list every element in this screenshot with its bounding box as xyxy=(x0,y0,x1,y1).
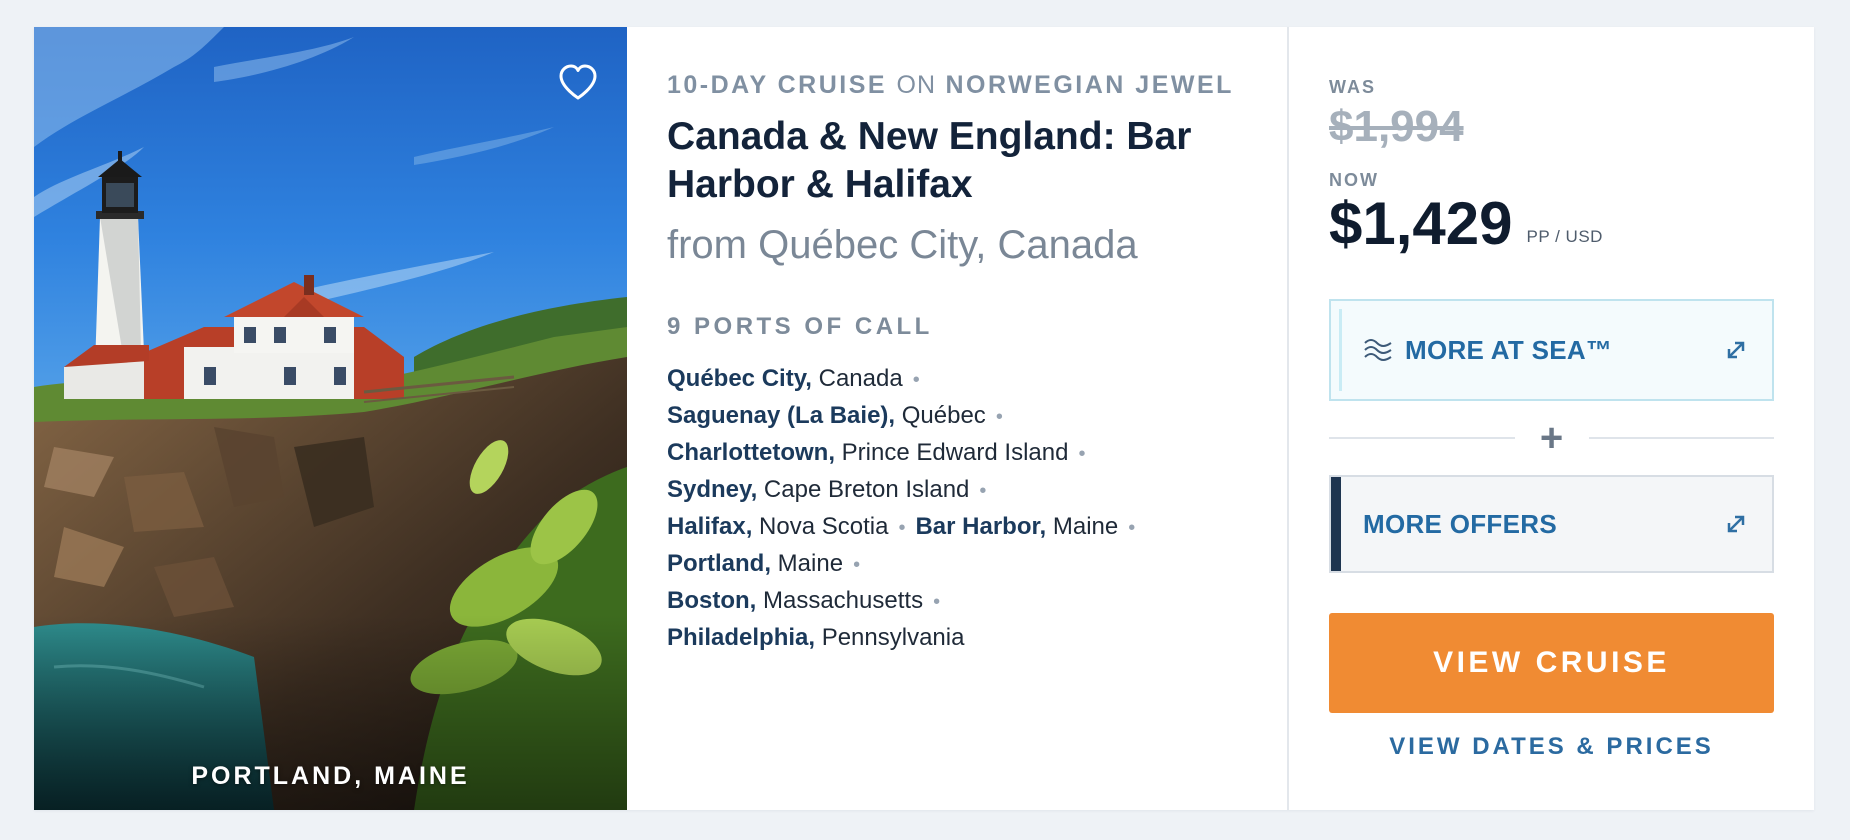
departure-port: from Québec City, Canada xyxy=(667,223,1138,267)
was-price: $1,994 xyxy=(1329,102,1464,151)
favorite-button[interactable] xyxy=(548,52,608,112)
ports-line: Saguenay (La Baie), Québec • xyxy=(667,398,1257,435)
ports-line: Philadelphia, Pennsylvania xyxy=(667,620,1257,656)
port-of-call: Philadelphia, Pennsylvania xyxy=(667,624,964,651)
ports-line: Québec City, Canada • xyxy=(667,361,1257,398)
port-separator: • xyxy=(995,406,1003,428)
port-separator: • xyxy=(1128,517,1136,539)
ship-name: NORWEGIAN JEWEL xyxy=(945,71,1234,99)
port-of-call: Portland, Maine xyxy=(667,550,843,577)
port-separator: • xyxy=(979,480,987,502)
waves-icon xyxy=(1363,338,1393,362)
port-of-call: Charlottetown, Prince Edward Island xyxy=(667,439,1068,466)
now-price: $1,429 xyxy=(1329,190,1513,257)
ports-line: Portland, Maine • xyxy=(667,546,1257,583)
cruise-duration: 10-DAY CRUISE xyxy=(667,71,888,99)
port-city: Charlottetown, xyxy=(667,439,835,466)
plus-icon: + xyxy=(1539,416,1564,460)
pricing-panel: WAS $1,994 NOW $1,429 PP / USD MORE AT S… xyxy=(1289,27,1814,810)
port-separator: • xyxy=(912,369,920,391)
more-at-sea-label: MORE AT SEA™ xyxy=(1405,334,1613,365)
port-region: Canada xyxy=(811,365,903,392)
more-at-sea-label-wrap: MORE AT SEA™ xyxy=(1363,335,1726,366)
now-label: NOW xyxy=(1329,170,1379,190)
price-unit: PP / USD xyxy=(1526,227,1603,246)
port-region: Prince Edward Island xyxy=(835,439,1069,466)
port-region: Québec xyxy=(895,402,986,429)
ports-line: Sydney, Cape Breton Island • xyxy=(667,472,1257,509)
port-of-call: Halifax, Nova Scotia xyxy=(667,513,888,540)
heart-outline-icon xyxy=(559,64,597,100)
lighthouse-photo xyxy=(34,27,627,810)
divider-line-right xyxy=(1588,437,1774,439)
port-region: Nova Scotia xyxy=(752,513,889,540)
port-city: Québec City, xyxy=(667,365,812,392)
port-of-call: Bar Harbor, Maine xyxy=(915,513,1118,540)
kicker-on: ON xyxy=(896,71,937,99)
view-dates-prices-link[interactable]: VIEW DATES & PRICES xyxy=(1329,733,1774,761)
port-of-call: Saguenay (La Baie), Québec xyxy=(667,402,986,429)
more-at-sea-offer[interactable]: MORE AT SEA™ xyxy=(1329,299,1774,401)
was-label: WAS xyxy=(1329,77,1377,97)
cruise-details: 10-DAY CRUISE ON NORWEGIAN JEWEL Canada … xyxy=(627,27,1289,810)
port-city: Philadelphia, xyxy=(667,624,816,651)
more-offers[interactable]: MORE OFFERS xyxy=(1329,475,1774,573)
port-city: Saguenay (La Baie), xyxy=(667,402,896,429)
ports-line: Boston, Massachusetts • xyxy=(667,583,1257,620)
port-region: Pennsylvania xyxy=(815,624,965,651)
divider-line-left xyxy=(1329,437,1515,439)
view-cruise-button[interactable]: VIEW CRUISE xyxy=(1329,613,1774,713)
destination-photo[interactable]: PORTLAND, MAINE xyxy=(34,27,627,810)
ports-line: Charlottetown, Prince Edward Island • xyxy=(667,435,1257,472)
port-separator: • xyxy=(933,591,941,613)
port-city: Sydney, xyxy=(667,476,758,503)
expand-arrow-icon xyxy=(1726,340,1746,360)
port-region: Massachusetts xyxy=(756,587,924,614)
more-offers-label: MORE OFFERS xyxy=(1363,508,1557,539)
port-of-call: Québec City, Canada xyxy=(667,365,903,392)
port-city: Halifax, xyxy=(667,513,753,540)
ports-line: Halifax, Nova Scotia • Bar Harbor, Maine • xyxy=(667,509,1257,546)
port-of-call: Boston, Massachusetts xyxy=(667,587,923,614)
ports-heading: 9 PORTS OF CALL xyxy=(667,313,933,340)
port-of-call: Sydney, Cape Breton Island xyxy=(667,476,969,503)
port-separator: • xyxy=(898,517,906,539)
expand-arrow-icon xyxy=(1726,514,1746,534)
offers-divider: + xyxy=(1329,401,1774,475)
cruise-kicker: 10-DAY CRUISE ON NORWEGIAN JEWEL xyxy=(667,69,1257,101)
port-separator: • xyxy=(853,554,861,576)
cruise-title[interactable]: Canada & New England: Bar Harbor & Halif… xyxy=(667,113,1257,209)
now-price-row: $1,429 PP / USD xyxy=(1329,193,1774,255)
photo-location-caption: PORTLAND, MAINE xyxy=(191,762,470,790)
ports-of-call-list: Québec City, Canada • Saguenay (La Baie), … xyxy=(667,361,1257,656)
port-city: Bar Harbor, xyxy=(915,513,1047,540)
cruise-card: PORTLAND, MAINE 10-DAY CRUISE ON NORWEGI… xyxy=(34,27,1814,810)
port-separator: • xyxy=(1078,443,1086,465)
port-region: Maine xyxy=(771,550,844,577)
port-region: Cape Breton Island xyxy=(757,476,970,503)
port-city: Portland, xyxy=(667,550,772,577)
port-city: Boston, xyxy=(667,587,757,614)
port-region: Maine xyxy=(1046,513,1119,540)
